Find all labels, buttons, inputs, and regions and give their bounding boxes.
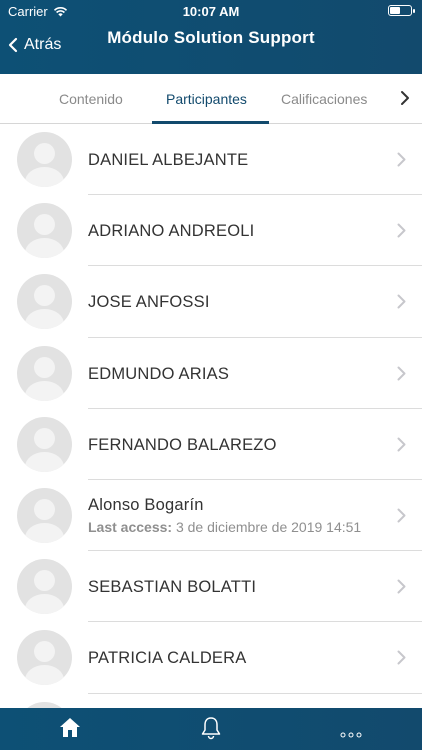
tab-contenido[interactable]: Contenido [59,91,123,107]
participant-list: DANIEL ALBEJANTE ADRIANO ANDREOLI JOSE A… [0,124,422,750]
chevron-right-icon [397,294,406,309]
chevron-right-icon [401,91,409,105]
participant-name: SEBASTIAN BOLATTI [88,578,257,597]
avatar [17,132,72,187]
navigation-header: Carrier 10:07 AM Atrás Módulo Solution S… [0,0,422,74]
chevron-right-icon [397,650,406,665]
status-bar: Carrier 10:07 AM [0,0,422,22]
chevron-right-icon [397,437,406,452]
page-title: Módulo Solution Support [107,28,315,47]
participant-name: PATRICIA CALDERA [88,649,247,668]
status-time: 10:07 AM [182,4,240,19]
avatar [17,345,72,401]
avatar [17,630,72,686]
last-access-value: 3 de diciembre de 2019 14:51 [175,518,362,535]
participant-name: JOSE ANFOSSI [88,293,210,312]
participant-name: Alonso Bogarín [88,495,204,514]
bell-icon [201,717,221,740]
tab-calificaciones[interactable]: Calificaciones [281,91,367,107]
more-button[interactable] [340,725,362,743]
last-access-label: Last access: [88,518,173,535]
more-icon [340,732,362,738]
participant-row[interactable]: DANIEL ALBEJANTE [0,124,422,196]
participant-row[interactable]: EDMUNDO ARIAS [0,338,422,409]
home-button[interactable] [59,716,81,743]
participant-name: DANIEL ALBEJANTE [88,151,249,169]
avatar [17,274,72,330]
participant-row[interactable]: SEBASTIAN BOLATTI [0,551,422,623]
participant-row[interactable]: JOSE ANFOSSI [0,266,422,338]
chevron-right-icon [397,508,406,523]
tabs-scroll-right-button[interactable] [400,90,410,111]
participant-row[interactable]: Alonso Bogarín Last access: 3 de diciemb… [0,480,422,552]
bottom-tab-bar [0,708,422,750]
notifications-button[interactable] [200,716,222,745]
avatar [17,203,72,259]
avatar [17,559,72,615]
participant-row[interactable]: PATRICIA CALDERA [0,622,422,694]
participant-name: ADRIANO ANDREOLI [88,222,255,241]
avatar [17,487,72,543]
participant-row[interactable]: ADRIANO ANDREOLI [0,195,422,267]
chevron-right-icon [397,223,406,238]
home-icon [60,718,80,737]
participant-name: FERNANDO BALAREZO [88,435,277,454]
participant-name: EDMUNDO ARIAS [88,364,230,383]
participant-row[interactable]: FERNANDO BALAREZO [0,409,422,480]
avatar [17,416,72,472]
chevron-right-icon [397,152,406,167]
last-access-info: Last access: 3 de diciembre de 2019 14:5… [88,519,361,535]
chevron-right-icon [397,579,406,594]
tab-participantes[interactable]: Participantes [166,91,247,107]
tab-bar: Contenido Participantes Calificaciones [0,74,422,124]
chevron-right-icon [397,366,406,381]
battery-fill [390,7,400,14]
battery-icon [388,5,415,16]
